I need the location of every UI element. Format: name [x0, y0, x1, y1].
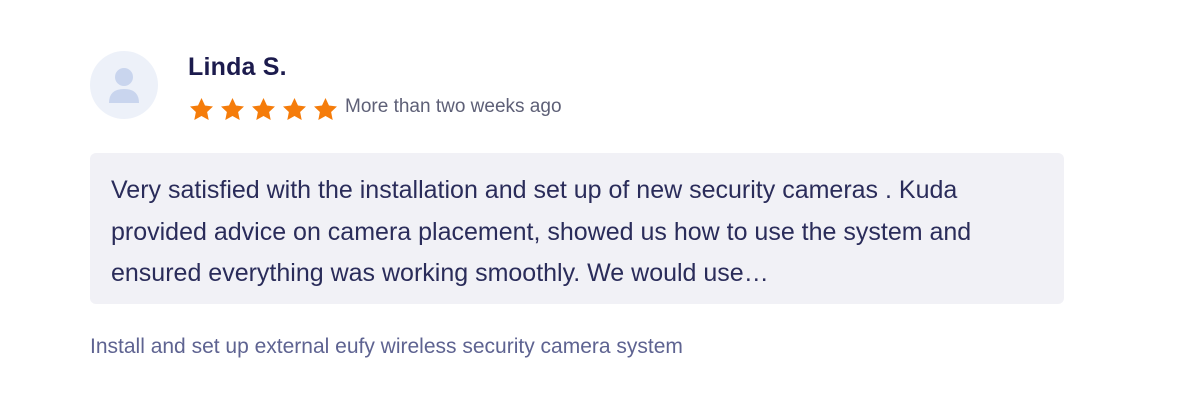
review-date: More than two weeks ago — [345, 96, 562, 117]
star-icon — [281, 96, 308, 123]
star-icon — [219, 96, 246, 123]
star-icon — [312, 96, 339, 123]
star-icon — [250, 96, 277, 123]
job-title: Install and set up external eufy wireles… — [90, 335, 683, 358]
user-icon — [109, 68, 139, 103]
review-text-box: Very satisfied with the installation and… — [90, 153, 1064, 304]
review-meta: More than two weeks ago — [188, 94, 562, 124]
review-text: Very satisfied with the installation and… — [111, 176, 972, 287]
star-rating — [188, 96, 343, 123]
review-card: Linda S. More than two weeks ago Very sa… — [0, 0, 1200, 410]
star-icon — [188, 96, 215, 123]
avatar — [90, 51, 158, 119]
reviewer-name: Linda S. — [188, 53, 287, 81]
